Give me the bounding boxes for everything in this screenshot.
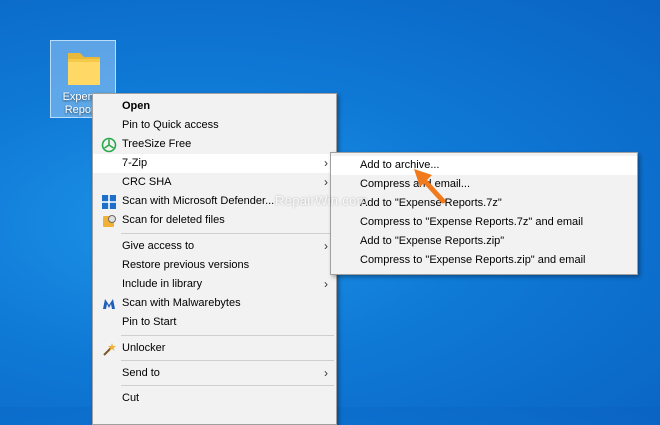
menu-item-give-access[interactable]: Give access to › — [93, 237, 336, 256]
menu-item-label: Cut — [122, 392, 140, 404]
chevron-right-icon: › — [324, 175, 328, 189]
menu-separator — [121, 360, 334, 361]
menu-item-label: Compress to "Expense Reports.zip" and em… — [360, 254, 586, 266]
chevron-right-icon: › — [324, 366, 328, 380]
submenu-item-add-archive[interactable]: Add to archive... — [331, 156, 637, 175]
submenu-item-compress-zip-email[interactable]: Compress to "Expense Reports.zip" and em… — [331, 251, 637, 270]
watermark: RepairWin.com — [275, 193, 368, 208]
chevron-right-icon: › — [324, 277, 328, 291]
submenu-item-compress-email[interactable]: Compress and email... — [331, 175, 637, 194]
menu-item-label: Open — [122, 100, 151, 112]
menu-item-restore-versions[interactable]: Restore previous versions — [93, 256, 336, 275]
chevron-right-icon: › — [324, 239, 328, 253]
submenu-7zip: Add to archive... Compress and email... … — [330, 152, 638, 275]
menu-item-send-to[interactable]: Send to › — [93, 364, 336, 383]
menu-item-malwarebytes[interactable]: Scan with Malwarebytes — [93, 294, 336, 313]
menu-item-cut[interactable]: Cut — [93, 389, 336, 408]
menu-item-open[interactable]: Open — [93, 97, 336, 116]
context-menu: Open Pin to Quick access TreeSize Free 7… — [92, 93, 337, 425]
menu-item-label: CRC SHA — [122, 176, 172, 188]
menu-item-unlocker[interactable]: Unlocker — [93, 339, 336, 358]
menu-item-label: Pin to Quick access — [122, 119, 219, 131]
menu-item-label: Scan with Malwarebytes — [122, 297, 241, 309]
menu-item-label: Give access to — [122, 240, 195, 252]
menu-item-label: Send to — [122, 367, 160, 379]
menu-separator — [121, 233, 334, 234]
menu-item-label: Unlocker — [122, 342, 166, 354]
menu-item-label: Compress to "Expense Reports.7z" and ema… — [360, 216, 584, 228]
submenu-item-add-7z[interactable]: Add to "Expense Reports.7z" — [331, 194, 637, 213]
submenu-item-add-zip[interactable]: Add to "Expense Reports.zip" — [331, 232, 637, 251]
menu-item-label: TreeSize Free — [122, 138, 192, 150]
treesize-icon — [101, 137, 117, 153]
menu-item-label: Include in library — [122, 278, 203, 290]
recovery-icon — [103, 215, 116, 227]
menu-item-include-library[interactable]: Include in library › — [93, 275, 336, 294]
defender-shield-icon — [102, 195, 116, 209]
menu-item-label: 7-Zip — [122, 157, 148, 169]
folder-icon — [68, 53, 100, 85]
menu-separator — [121, 335, 334, 336]
chevron-right-icon: › — [324, 156, 328, 170]
menu-item-pin-start[interactable]: Pin to Start — [93, 313, 336, 332]
menu-item-pin-quick-access[interactable]: Pin to Quick access — [93, 116, 336, 135]
malwarebytes-icon — [103, 299, 115, 309]
menu-item-treesize[interactable]: TreeSize Free — [93, 135, 336, 154]
menu-item-label: Add to "Expense Reports.zip" — [360, 235, 505, 247]
menu-item-label: Restore previous versions — [122, 259, 250, 271]
menu-item-scan-deleted[interactable]: Scan for deleted files — [93, 211, 336, 230]
menu-separator — [121, 385, 334, 386]
menu-item-crc-sha[interactable]: CRC SHA › — [93, 173, 336, 192]
menu-item-7zip[interactable]: 7-Zip › — [93, 154, 336, 173]
menu-item-label: Pin to Start — [122, 316, 177, 328]
magic-wand-icon — [103, 343, 116, 356]
submenu-item-compress-7z-email[interactable]: Compress to "Expense Reports.7z" and ema… — [331, 213, 637, 232]
annotation-arrow-icon — [414, 169, 446, 204]
menu-item-label: Scan for deleted files — [122, 214, 225, 226]
menu-item-label: Scan with Microsoft Defender... — [122, 195, 275, 207]
